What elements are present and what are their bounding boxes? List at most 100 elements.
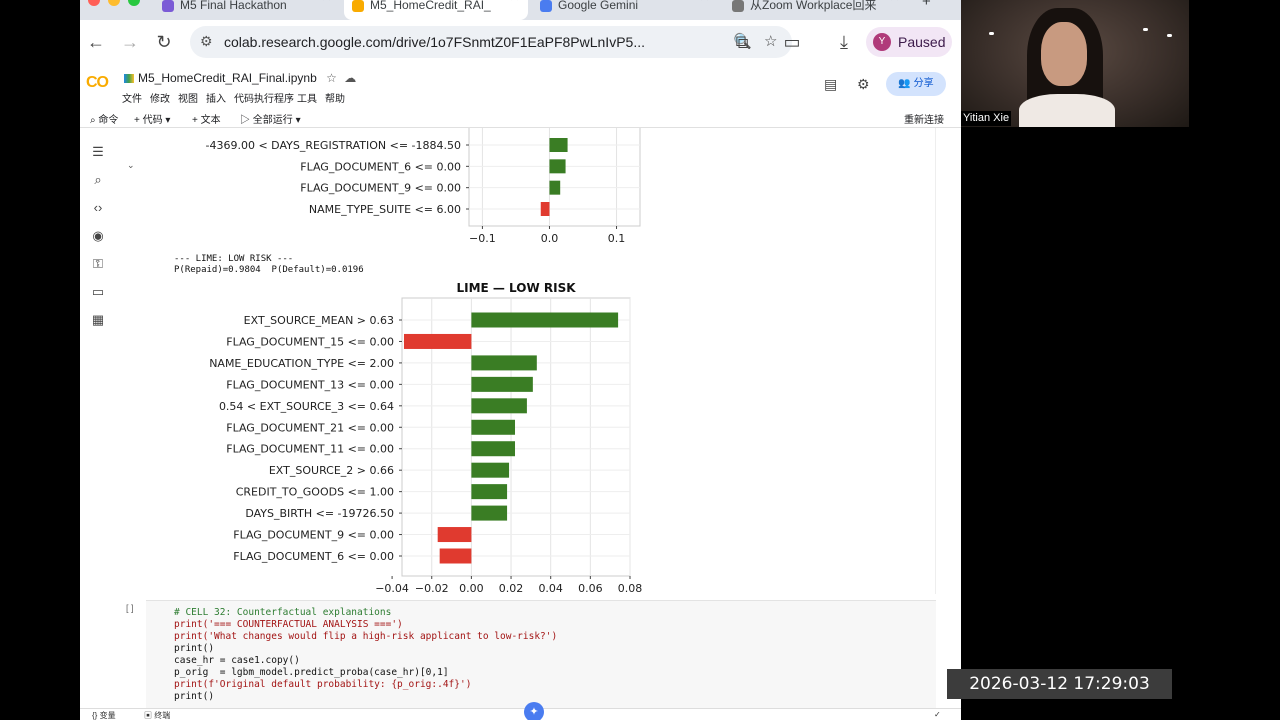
forward-arrow-icon[interactable]: → [118,30,142,54]
bar [471,355,537,371]
bar [439,548,472,564]
browser-toolbar: ← → ↻ ⚙ colab.research.google.com/drive/… [80,20,961,64]
code-line: case_hr = case1.copy() [174,655,300,666]
tab-hackathon[interactable]: M5 Final Hackathon ✕ [154,0,340,20]
ceiling-light [989,32,994,35]
bar [471,505,508,521]
run-cell-indicator[interactable]: [ ] [126,603,134,613]
bar [471,441,516,457]
variables-icon[interactable]: ◉ [90,228,106,244]
share-button[interactable]: 👥 分享 [886,72,946,96]
chart-title: LIME — LOW RISK [456,281,576,295]
reconnect-button[interactable]: 重新连接 [904,111,944,126]
charts-svg: -4369.00 < DAYS_REGISTRATION <= -1884.50… [206,128,643,595]
chevron-down-icon: ▾ [295,115,301,126]
share-icon: 👥 [898,78,911,89]
x-tick-label: −0.04 [375,582,409,595]
download-icon[interactable]: ⤓ [832,30,856,54]
menu-view[interactable]: 视图 [178,90,198,105]
command-search[interactable]: ⌕ 命令 [90,111,118,126]
menu-tools[interactable]: 工具 [297,90,317,105]
tab-label: M5 Final Hackathon [180,0,287,13]
bar [471,398,527,414]
find-icon[interactable]: ⌕ [90,172,106,188]
category-label: EXT_SOURCE_MEAN > 0.63 [244,314,394,327]
tab-gemini[interactable]: Google Gemini ✕ [532,0,718,20]
add-text-button[interactable]: + 文本 [192,111,221,126]
braces-icon: {} [92,711,98,720]
data-table-icon[interactable]: ▦ [90,312,106,328]
x-tick-label: 0.08 [618,582,643,595]
colab-logo[interactable]: CO [86,74,109,92]
menu-insert[interactable]: 插入 [206,90,226,105]
tab-zoom[interactable]: 从Zoom Workplace回来 ✕ [724,0,908,20]
category-label: FLAG_DOCUMENT_6 <= 0.00 [233,550,394,563]
cast-icon[interactable]: ▭ [780,30,804,54]
bar [549,138,568,152]
category-label: EXT_SOURCE_2 > 0.66 [269,464,394,477]
notebook-title[interactable]: M5_HomeCredit_RAI_Final.ipynb ☆ ☁ [124,71,356,85]
run-all-button[interactable]: ▷ 全部运行 ▾ [240,111,301,126]
category-label: DAYS_BIRTH <= -19726.50 [245,507,394,520]
menu-help[interactable]: 帮助 [325,90,345,105]
comment-icon[interactable]: ▤ [824,76,837,93]
settings-gear-icon[interactable]: ⚙ [857,76,870,93]
zoom-window-button[interactable] [128,0,140,6]
add-code-button[interactable]: + 代码 ▾ [134,111,170,126]
extensions-icon[interactable]: ⧉ [730,30,754,54]
bar [471,462,510,478]
colab-header: CO M5_HomeCredit_RAI_Final.ipynb ☆ ☁ 文件 … [80,64,961,106]
menu-edit[interactable]: 修改 [150,90,170,105]
site-settings-icon[interactable]: ⚙ [200,33,213,50]
tab-colab[interactable]: M5_HomeCredit_RAI_ ✕ [344,0,528,20]
code-line: print() [174,643,215,654]
secrets-key-icon[interactable]: ⚿ [90,256,106,272]
tab-label: 从Zoom Workplace回来 [750,0,877,13]
files-folder-icon[interactable]: ▭ [90,284,106,300]
lime-probability-text: P(Repaid)=0.9804 P(Default)=0.0196 [174,265,364,275]
gemini-sparkle-icon[interactable]: ✦ [524,702,544,720]
x-tick-label: 0.06 [578,582,603,595]
screen: M5 Final Hackathon ✕ M5_HomeCredit_RAI_ … [0,0,1280,720]
webcam-name-label: Yitian Xie [961,111,1012,126]
profile-button[interactable]: Y Paused [866,27,952,57]
x-tick-label: 0.04 [538,582,563,595]
terminal-label: 终端 [154,711,171,720]
category-label: 0.54 < EXT_SOURCE_3 <= 0.64 [219,400,394,413]
code-cell[interactable]: [ ] # CELL 32: Counterfactual explanatio… [126,600,936,708]
drive-icon [124,74,134,84]
profile-status: Paused [898,34,946,50]
tab-label: M5_HomeCredit_RAI_ [370,0,491,13]
bar [471,484,508,500]
reload-icon[interactable]: ↻ [152,30,176,54]
back-arrow-icon[interactable]: ← [84,30,108,54]
minimize-window-button[interactable] [108,0,120,6]
code-snippets-icon[interactable]: ‹› [90,200,106,216]
code-line: print('=== COUNTERFACTUAL ANALYSIS ===') [174,619,403,630]
add-code-label: + 代码 [134,115,163,126]
new-tab-button[interactable]: + [922,0,942,20]
colab-favicon-icon [352,0,364,12]
terminal-tab[interactable]: ▣ 终端 [144,710,170,720]
run-all-label: 全部运行 [252,115,293,126]
x-tick-label: 0.0 [541,232,559,245]
url-text: colab.research.google.com/drive/1o7FSnmt… [224,34,645,50]
category-label: FLAG_DOCUMENT_11 <= 0.00 [226,443,394,456]
play-icon: ▷ [240,115,250,126]
menu-file[interactable]: 文件 [122,90,142,105]
address-bar[interactable]: ⚙ colab.research.google.com/drive/1o7FSn… [190,26,792,58]
menu-runtime[interactable]: 代码执行程序 [234,90,294,105]
bookmark-star-icon[interactable]: ☆ [764,32,777,50]
cloud-icon[interactable]: ☁ [344,71,356,85]
variables-tab[interactable]: {} 变量 [92,710,116,720]
x-tick-label: 0.00 [459,582,484,595]
webcam-feed [961,0,1189,127]
variables-label: 变量 [99,711,116,720]
close-window-button[interactable] [88,0,100,6]
chevron-down-icon: ▾ [165,115,171,126]
star-icon[interactable]: ☆ [326,71,337,85]
category-label: NAME_EDUCATION_TYPE <= 2.00 [209,357,394,370]
recording-timestamp: 2026-03-12 17:29:03 [947,669,1172,699]
category-label: -4369.00 < DAYS_REGISTRATION <= -1884.50 [206,139,461,152]
table-of-contents-icon[interactable]: ☰ [90,144,106,160]
